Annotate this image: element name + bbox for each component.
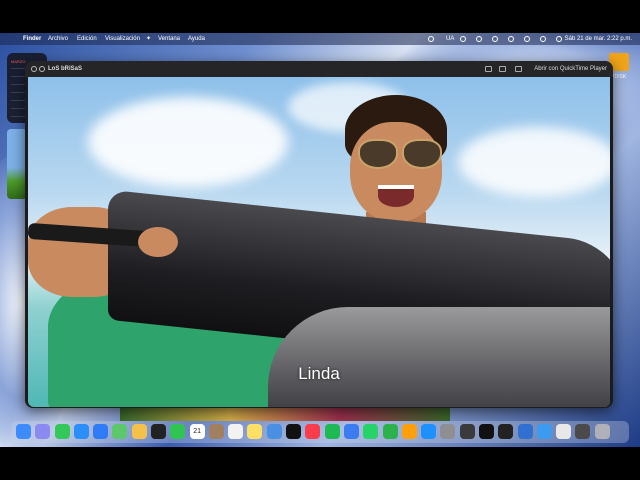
wifi-icon[interactable] (508, 36, 514, 42)
reminders-icon[interactable] (228, 424, 244, 439)
appstore-icon[interactable] (421, 424, 437, 439)
facetime-icon[interactable] (170, 424, 186, 439)
dock: 21 (11, 421, 629, 443)
menu-app-name[interactable]: Finder (23, 33, 41, 45)
status-icon[interactable] (428, 36, 434, 42)
menu-item-ventana[interactable]: Ventana (158, 33, 180, 45)
appletv-icon[interactable] (286, 424, 302, 439)
numbers-icon[interactable] (382, 424, 398, 439)
camera-icon[interactable] (459, 424, 475, 439)
clock[interactable]: Sáb 21 de mar. 2:22 p.m. (565, 33, 632, 45)
window-title: LoS bRiSaS (48, 66, 83, 72)
sunglasses (358, 139, 398, 169)
preview-icon[interactable] (536, 424, 552, 439)
siri-icon[interactable] (556, 36, 562, 42)
files-icon[interactable] (343, 424, 359, 439)
sparkle-icon[interactable]: ✦ (146, 33, 151, 45)
letterbox-bottom (0, 447, 640, 480)
calendar-icon[interactable]: 21 (189, 424, 205, 439)
cloud (458, 127, 610, 197)
settings-icon[interactable] (440, 424, 456, 439)
status-icon[interactable] (492, 36, 498, 42)
input-source[interactable]: UA (446, 33, 454, 45)
chrome-icon[interactable] (266, 424, 282, 439)
calendar-month: MARZO (11, 59, 26, 64)
safari-icon[interactable] (73, 424, 89, 439)
downloads-icon[interactable] (575, 424, 591, 439)
play-icon[interactable] (476, 36, 482, 42)
pip-icon[interactable] (485, 66, 492, 72)
menu-bar: Finder Archivo Edición Visualización ✦ V… (0, 33, 640, 45)
spotify-icon[interactable] (324, 424, 340, 439)
search-icon[interactable] (524, 36, 530, 42)
share-icon[interactable] (515, 66, 522, 72)
menu-item-ayuda[interactable]: Ayuda (188, 33, 205, 45)
pages-icon[interactable] (401, 424, 417, 439)
speaker-icon[interactable] (499, 66, 506, 72)
menu-item-visualizacion[interactable]: Visualización (105, 33, 140, 45)
whatsapp-icon[interactable] (363, 424, 379, 439)
capcut-icon[interactable] (478, 424, 494, 439)
trash-icon[interactable] (594, 424, 610, 439)
share-icon[interactable] (39, 66, 45, 72)
sunglasses (402, 139, 442, 169)
contacts-icon[interactable] (208, 424, 224, 439)
photos-icon[interactable] (131, 424, 147, 439)
folder-icon[interactable] (556, 424, 572, 439)
close-icon[interactable] (31, 66, 37, 72)
menu-item-archivo[interactable]: Archivo (48, 33, 68, 45)
notes-icon[interactable] (247, 424, 263, 439)
letterbox-top (0, 0, 640, 33)
video-subtitle: Linda (298, 364, 340, 383)
mail-icon[interactable] (93, 424, 109, 439)
person-face (350, 122, 442, 222)
desktop: Finder Archivo Edición Visualización ✦ V… (0, 33, 640, 447)
messages-icon[interactable] (54, 424, 70, 439)
person-hand (138, 227, 178, 257)
maps-icon[interactable] (112, 424, 128, 439)
cloud (88, 97, 288, 187)
person-smile (378, 185, 414, 207)
jetski-hood (268, 307, 610, 407)
video-player-window[interactable]: LoS bRiSaS Abrir con QuickTime Player Li… (25, 61, 613, 408)
video-frame[interactable]: Linda (28, 77, 610, 407)
control-center-icon[interactable] (540, 36, 546, 42)
terminal-icon[interactable] (498, 424, 514, 439)
menu-item-edicion[interactable]: Edición (77, 33, 97, 45)
open-with-quicktime-button[interactable]: Abrir con QuickTime Player (534, 61, 607, 77)
status-icon[interactable] (460, 36, 466, 42)
desktop-thumbnail[interactable] (7, 129, 27, 199)
window-titlebar[interactable]: LoS bRiSaS Abrir con QuickTime Player (25, 61, 613, 77)
launchpad-icon[interactable] (35, 424, 51, 439)
finder-icon[interactable] (16, 424, 31, 439)
music-icon[interactable] (305, 424, 321, 439)
chatgpt-icon[interactable] (151, 424, 167, 439)
screen-icon[interactable] (517, 424, 533, 439)
